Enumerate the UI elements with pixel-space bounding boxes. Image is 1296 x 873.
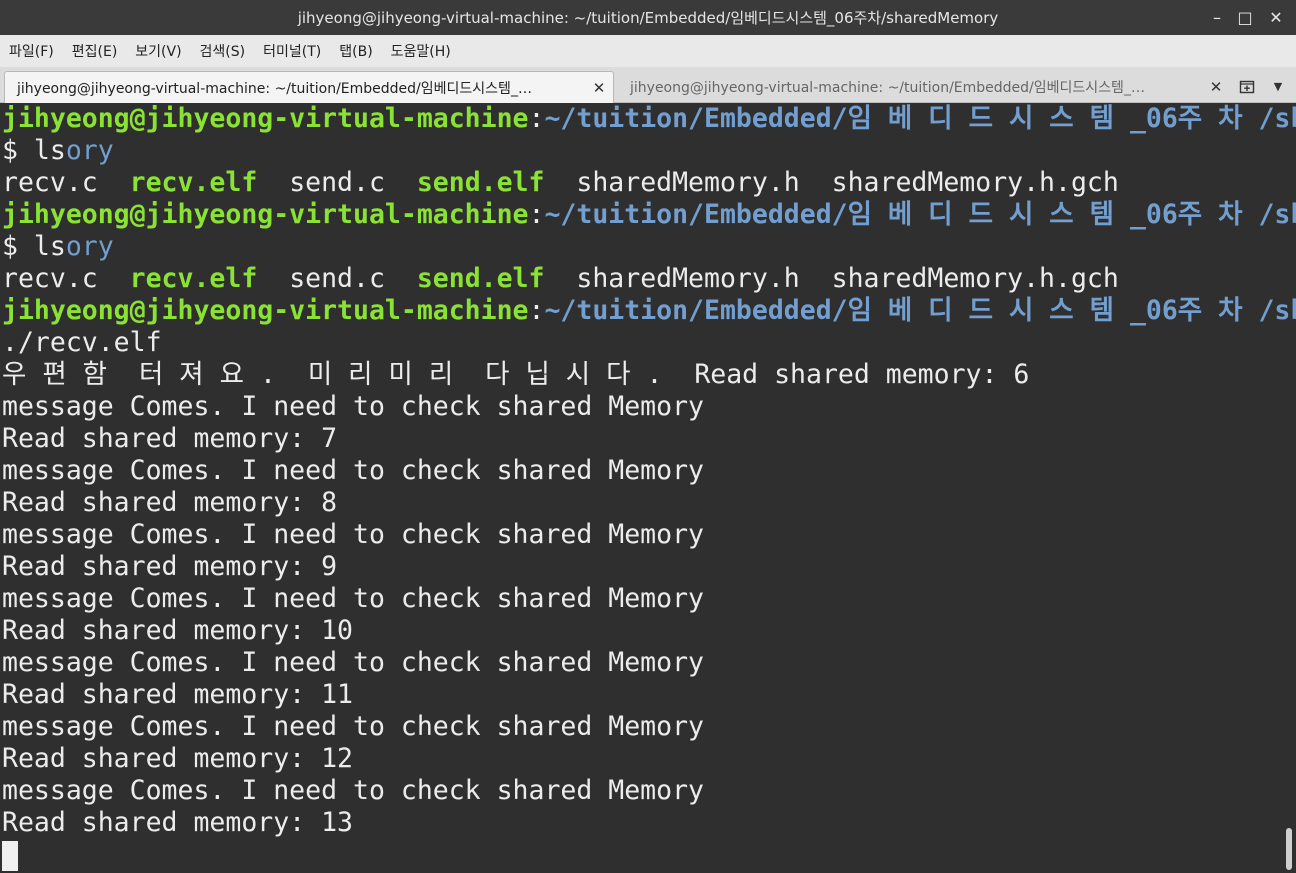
- output-line: message Comes. I need to check shared Me…: [2, 775, 704, 806]
- close-icon[interactable]: ✕: [1262, 0, 1290, 35]
- menu-tabs[interactable]: 탭(B): [330, 41, 381, 61]
- window-title: jihyeong@jihyeong-virtual-machine: ~/tui…: [297, 9, 999, 27]
- prompt-separator: :: [528, 103, 545, 134]
- maximize-icon[interactable]: □: [1231, 0, 1259, 35]
- command-overflow: ory: [65, 135, 114, 166]
- output-line: Read shared memory: 13: [2, 807, 353, 838]
- output-line: 우 편 함 터 져 요 . 미 리 미 리 다 닙 시 다 . Read sha…: [2, 359, 1030, 390]
- prompt-separator: :: [528, 295, 545, 326]
- output-line: message Comes. I need to check shared Me…: [2, 519, 704, 550]
- file-send-elf: send.elf: [416, 263, 545, 294]
- command-line: $ lsory: [2, 231, 114, 263]
- file-header-files: sharedMemory.h sharedMemory.h.gch: [544, 263, 1119, 294]
- menu-search[interactable]: 검색(S): [191, 41, 255, 61]
- file-send-elf: send.elf: [416, 167, 545, 198]
- tab-label: jihyeong@jihyeong-virtual-machine: ~/tui…: [630, 80, 1145, 96]
- output-line: Read shared memory: 9: [2, 551, 338, 582]
- command-overflow: ory: [65, 231, 114, 262]
- prompt-line: jihyeong@jihyeong-virtual-machine:~/tuit…: [2, 295, 1296, 327]
- menu-bar: 파일(F) 편집(E) 보기(V) 검색(S) 터미널(T) 탭(B) 도움말(…: [0, 35, 1296, 67]
- file-recv-c: recv.c: [2, 167, 130, 198]
- prompt-path: ~/tuition/Embedded/임 베 디 드 시 스 템 _06주 차 …: [544, 295, 1296, 326]
- file-send-c: send.c: [257, 167, 417, 198]
- output-line: Read shared memory: 11: [2, 679, 353, 710]
- tab-terminal-2[interactable]: jihyeong@jihyeong-virtual-machine: ~/tui…: [618, 71, 1230, 103]
- menu-terminal[interactable]: 터미널(T): [254, 41, 330, 61]
- output-line: message Comes. I need to check shared Me…: [2, 583, 704, 614]
- output-line: message Comes. I need to check shared Me…: [2, 455, 704, 486]
- prompt-user: jihyeong@jihyeong-virtual-machine: [2, 295, 529, 326]
- menu-edit[interactable]: 편집(E): [63, 41, 127, 61]
- prompt-user: jihyeong@jihyeong-virtual-machine: [2, 103, 529, 134]
- output-line: Read shared memory: 10: [2, 615, 353, 646]
- output-line: message Comes. I need to check shared Me…: [2, 711, 704, 742]
- tab-bar: jihyeong@jihyeong-virtual-machine: ~/tui…: [0, 67, 1296, 103]
- text-cursor: [2, 841, 18, 871]
- minimize-icon[interactable]: –: [1203, 0, 1231, 35]
- run-command-line: ./recv.elf: [2, 327, 162, 358]
- menu-file[interactable]: 파일(F): [0, 41, 63, 61]
- command-text: $ ls: [2, 135, 66, 166]
- file-recv-elf: recv.elf: [129, 167, 258, 198]
- output-line: Read shared memory: 7: [2, 423, 338, 454]
- command-line: $ lsory: [2, 135, 114, 167]
- file-send-c: send.c: [257, 263, 417, 294]
- prompt-line: jihyeong@jihyeong-virtual-machine:~/tuit…: [2, 103, 1296, 135]
- ls-output-line: recv.c recv.elf send.c send.elf sharedMe…: [2, 167, 1119, 199]
- prompt-separator: :: [528, 199, 545, 230]
- output-line: message Comes. I need to check shared Me…: [2, 391, 704, 422]
- prompt-line: jihyeong@jihyeong-virtual-machine:~/tuit…: [2, 199, 1296, 231]
- output-line: Read shared memory: 8: [2, 487, 338, 518]
- tab-label: jihyeong@jihyeong-virtual-machine: ~/tui…: [17, 80, 532, 97]
- file-header-files: sharedMemory.h sharedMemory.h.gch: [544, 167, 1119, 198]
- title-bar: jihyeong@jihyeong-virtual-machine: ~/tui…: [0, 0, 1296, 35]
- file-recv-elf: recv.elf: [129, 263, 258, 294]
- menu-help[interactable]: 도움말(H): [382, 41, 460, 61]
- new-tab-icon[interactable]: [1236, 75, 1258, 97]
- ls-output-line: recv.c recv.elf send.c send.elf sharedMe…: [2, 263, 1119, 295]
- menu-view[interactable]: 보기(V): [126, 41, 190, 61]
- file-recv-c: recv.c: [2, 263, 130, 294]
- tab-close-icon[interactable]: ✕: [585, 79, 613, 97]
- chevron-down-icon[interactable]: ▼: [1268, 75, 1288, 97]
- command-text: $ ls: [2, 231, 66, 262]
- output-line: message Comes. I need to check shared Me…: [2, 647, 704, 678]
- prompt-path: ~/tuition/Embedded/임 베 디 드 시 스 템 _06주 차 …: [544, 103, 1296, 134]
- tab-terminal-1[interactable]: jihyeong@jihyeong-virtual-machine: ~/tui…: [4, 71, 614, 103]
- terminal-view[interactable]: jihyeong@jihyeong-virtual-machine:~/tuit…: [0, 103, 1296, 873]
- tab-close-icon[interactable]: ✕: [1202, 78, 1230, 96]
- prompt-path: ~/tuition/Embedded/임 베 디 드 시 스 템 _06주 차 …: [544, 199, 1296, 230]
- prompt-user: jihyeong@jihyeong-virtual-machine: [2, 199, 529, 230]
- scrollbar[interactable]: [1286, 828, 1292, 870]
- output-line: Read shared memory: 12: [2, 743, 353, 774]
